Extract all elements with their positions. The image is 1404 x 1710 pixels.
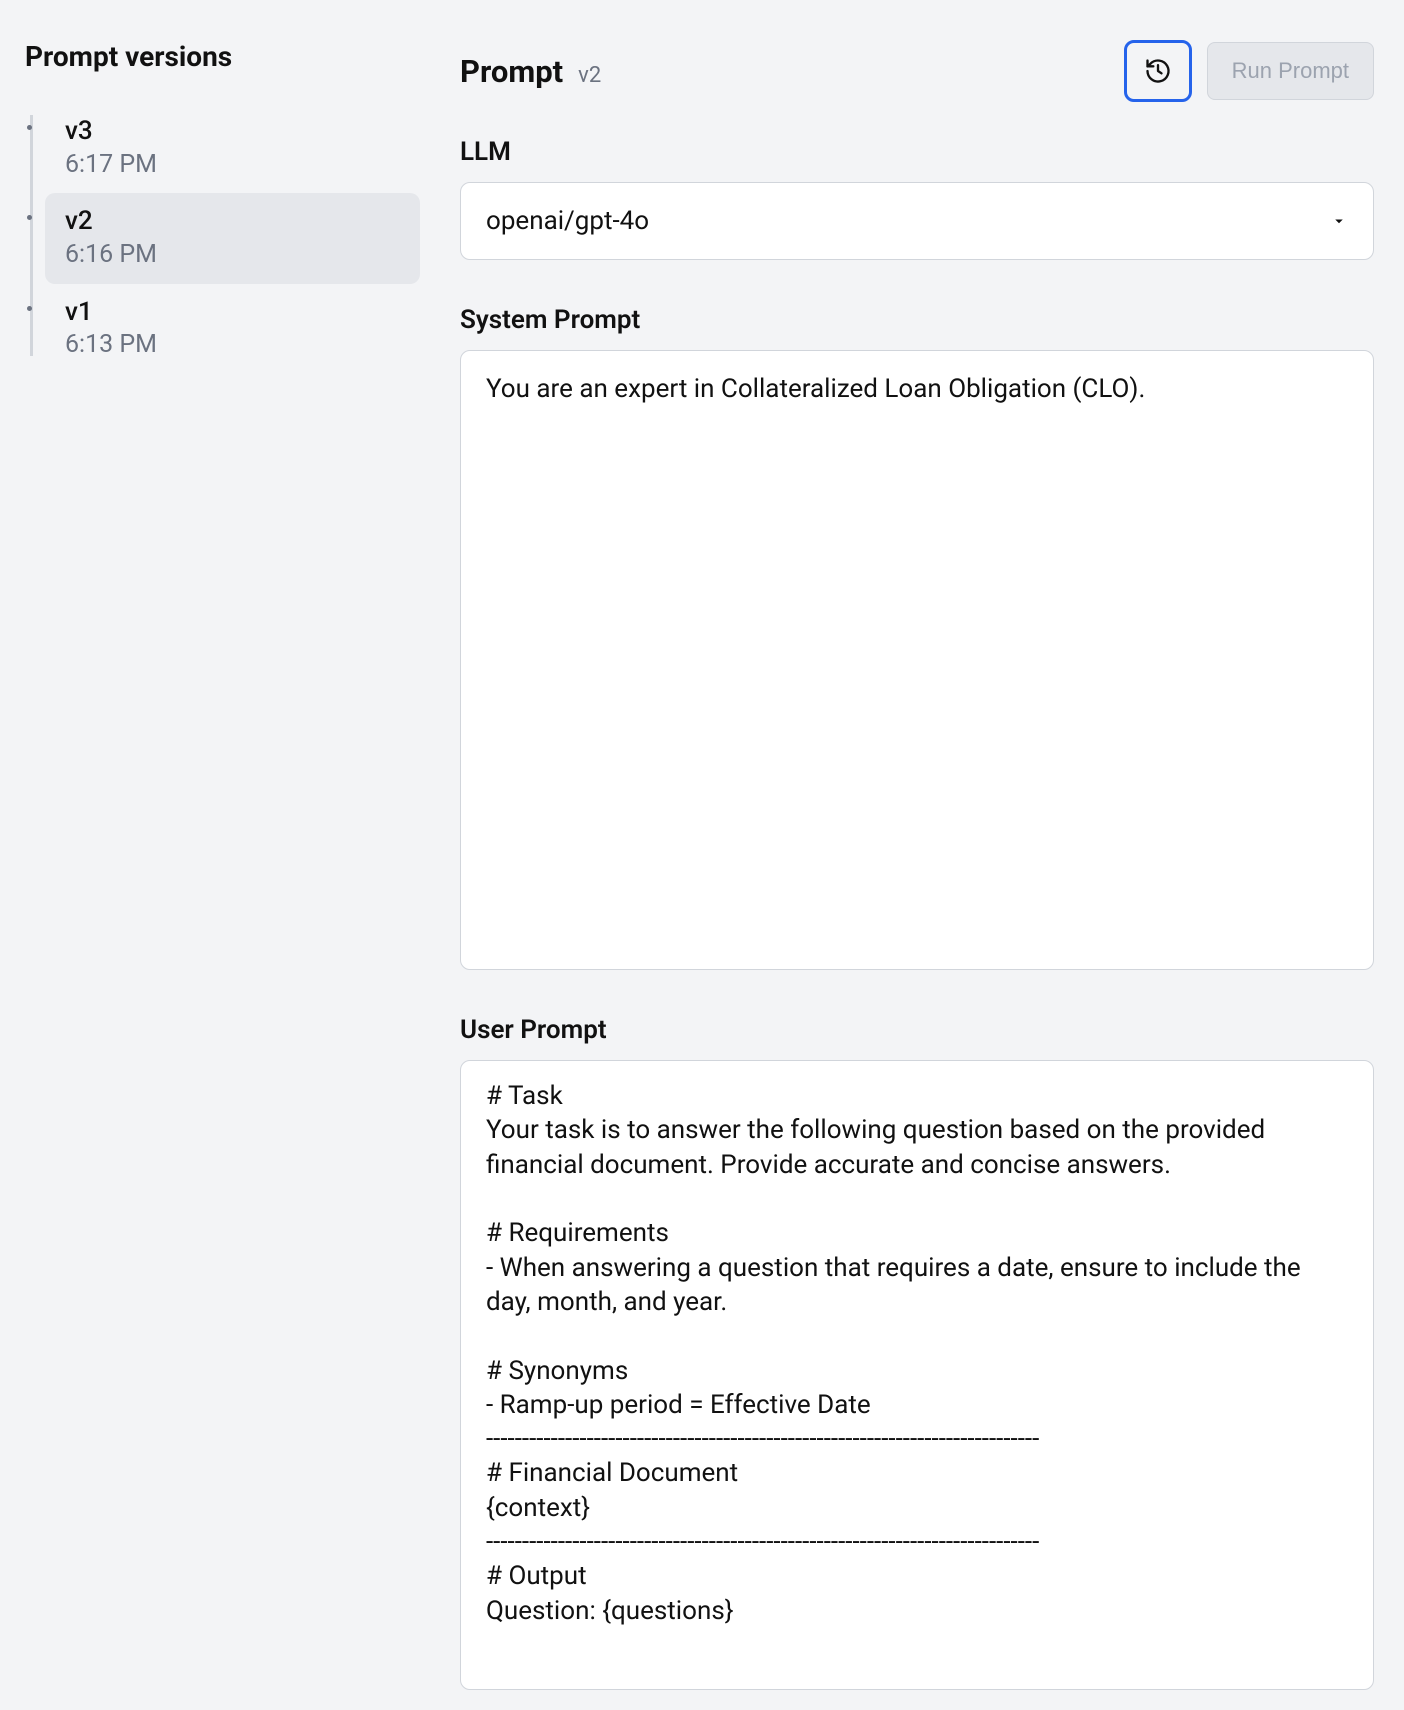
main-content: Prompt v2 Run Prompt LLM openai/gpt-4o S…: [440, 0, 1404, 1710]
system-prompt-input[interactable]: You are an expert in Collateralized Loan…: [460, 350, 1374, 970]
version-name: v2: [65, 205, 400, 239]
version-time: 6:17 PM: [65, 149, 400, 182]
history-icon: [1144, 57, 1172, 85]
version-name: v1: [65, 296, 400, 330]
user-prompt-label: User Prompt: [460, 1015, 1374, 1045]
chevron-down-icon: [1330, 212, 1348, 230]
version-time: 6:16 PM: [65, 239, 400, 272]
version-dot: [27, 306, 32, 311]
version-item-v3[interactable]: v36:17 PM: [45, 103, 420, 193]
system-prompt-label: System Prompt: [460, 305, 1374, 335]
version-item-v2[interactable]: v26:16 PM: [45, 193, 420, 283]
sidebar: Prompt versions v36:17 PMv26:16 PMv16:13…: [0, 0, 440, 1710]
version-badge: v2: [578, 63, 601, 88]
version-list: v36:17 PMv26:16 PMv16:13 PM: [25, 103, 420, 374]
header-row: Prompt v2 Run Prompt: [460, 40, 1374, 102]
version-item-v1[interactable]: v16:13 PM: [45, 284, 420, 374]
user-prompt-input[interactable]: # Task Your task is to answer the follow…: [460, 1060, 1374, 1690]
version-dot: [27, 125, 32, 130]
version-time: 6:13 PM: [65, 329, 400, 362]
llm-value: openai/gpt-4o: [486, 206, 649, 236]
version-timeline-line: [30, 115, 33, 356]
header-left: Prompt v2: [460, 53, 601, 90]
run-prompt-button[interactable]: Run Prompt: [1207, 42, 1374, 100]
sidebar-title: Prompt versions: [25, 40, 420, 73]
llm-select[interactable]: openai/gpt-4o: [460, 182, 1374, 260]
history-button[interactable]: [1124, 40, 1192, 102]
llm-label: LLM: [460, 137, 1374, 167]
page-title: Prompt: [460, 53, 563, 90]
header-right: Run Prompt: [1124, 40, 1374, 102]
version-name: v3: [65, 115, 400, 149]
